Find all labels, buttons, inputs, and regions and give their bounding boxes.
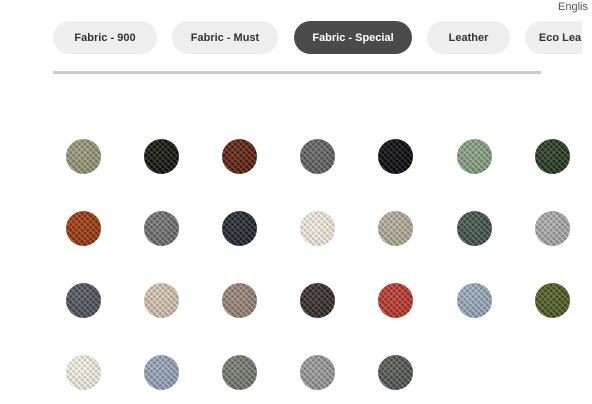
fabric-swatch[interactable] xyxy=(143,282,179,318)
fabric-swatch[interactable] xyxy=(299,282,335,318)
fabric-swatch[interactable] xyxy=(534,210,570,246)
fabric-swatch[interactable] xyxy=(534,138,570,174)
tab-fabric-900[interactable]: Fabric - 900 xyxy=(53,21,157,54)
tab-eco-leather[interactable]: Eco Lea xyxy=(525,21,582,54)
fabric-swatch[interactable] xyxy=(456,210,492,246)
fabric-swatch[interactable] xyxy=(377,210,413,246)
fabric-swatch[interactable] xyxy=(143,138,179,174)
fabric-swatch[interactable] xyxy=(143,210,179,246)
fabric-swatch[interactable] xyxy=(456,138,492,174)
fabric-swatch[interactable] xyxy=(534,282,570,318)
fabric-swatch[interactable] xyxy=(377,354,413,390)
fabric-swatch[interactable] xyxy=(456,282,492,318)
fabric-swatch[interactable] xyxy=(65,282,101,318)
fabric-swatch[interactable] xyxy=(377,138,413,174)
fabric-swatch[interactable] xyxy=(65,210,101,246)
category-tabs: Fabric - 900 Fabric - Must Fabric - Spec… xyxy=(0,21,582,55)
fabric-swatch[interactable] xyxy=(299,354,335,390)
tab-underline xyxy=(53,71,541,74)
fabric-swatch[interactable] xyxy=(221,138,257,174)
fabric-swatch[interactable] xyxy=(221,210,257,246)
fabric-swatch[interactable] xyxy=(65,138,101,174)
fabric-swatch[interactable] xyxy=(65,354,101,390)
fabric-swatch[interactable] xyxy=(221,354,257,390)
fabric-swatch[interactable] xyxy=(221,282,257,318)
tab-fabric-special[interactable]: Fabric - Special xyxy=(294,21,412,54)
language-selector[interactable]: Englis xyxy=(558,1,588,13)
fabric-swatch[interactable] xyxy=(143,354,179,390)
fabric-swatch[interactable] xyxy=(299,210,335,246)
fabric-swatch[interactable] xyxy=(377,282,413,318)
tab-fabric-must[interactable]: Fabric - Must xyxy=(172,21,278,54)
fabric-swatch[interactable] xyxy=(299,138,335,174)
tab-leather[interactable]: Leather xyxy=(427,21,510,54)
